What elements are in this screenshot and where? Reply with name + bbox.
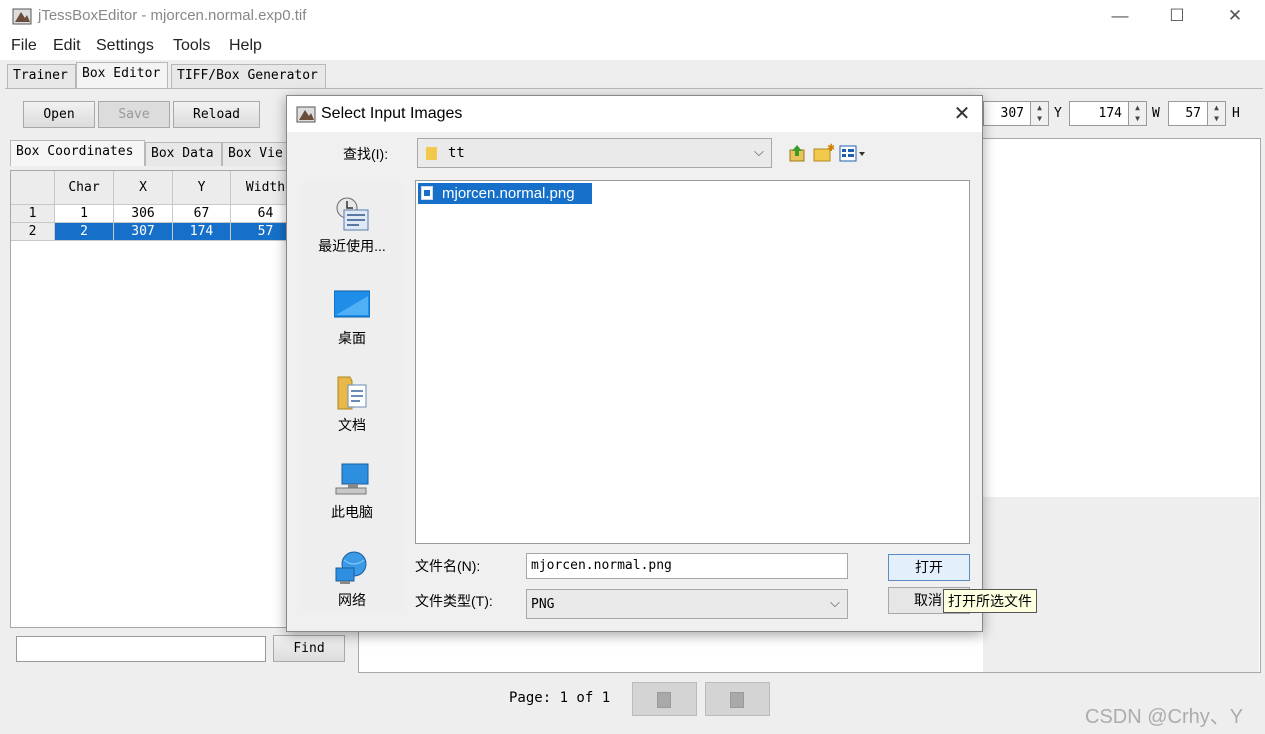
list-item[interactable]: mjorcen.normal.png xyxy=(418,183,592,204)
title-bar: jTessBoxEditor - mjorcen.normal.exp0.tif… xyxy=(0,0,1265,33)
file-name-label: mjorcen.normal.png xyxy=(442,185,575,202)
desktop-icon xyxy=(333,288,371,324)
look-in-value: tt xyxy=(448,145,465,161)
y-spinner[interactable]: 174 ▲ ▼ xyxy=(1069,101,1147,126)
tab-box-view[interactable]: Box Vie xyxy=(222,142,288,166)
row-header-corner xyxy=(11,171,55,205)
next-page-button[interactable] xyxy=(705,682,770,716)
computer-icon xyxy=(334,462,370,498)
find-button[interactable]: Find xyxy=(273,635,345,662)
prev-page-button[interactable] xyxy=(632,682,697,716)
window-title: jTessBoxEditor - mjorcen.normal.exp0.tif xyxy=(38,7,307,24)
look-in-combo[interactable]: tt ⌵ xyxy=(417,138,772,168)
open-button-tooltip: 打开所选文件 xyxy=(943,589,1037,613)
place-network-label: 网络 xyxy=(338,592,366,608)
chevron-down-icon: ⌵ xyxy=(830,595,840,610)
y-label: Y xyxy=(1054,106,1062,121)
w-spinner-arrows[interactable]: ▲ ▼ xyxy=(1207,102,1225,125)
open-button[interactable]: Open xyxy=(23,101,95,128)
menu-bar: File Edit Settings Tools Help xyxy=(0,33,1265,60)
table-row-number[interactable]: 1 xyxy=(11,205,55,223)
h-label: H xyxy=(1232,106,1240,121)
menu-settings[interactable]: Settings xyxy=(96,37,154,55)
recent-icon xyxy=(334,196,370,232)
prev-page-icon xyxy=(657,692,671,708)
dialog-app-icon xyxy=(296,104,316,124)
documents-icon xyxy=(334,375,370,411)
tab-tiff-box-generator[interactable]: TIFF/Box Generator xyxy=(171,64,326,88)
up-one-level-icon[interactable] xyxy=(787,143,807,163)
select-input-images-dialog: Select Input Images ✕ 查找(I): tt ⌵ ✱ 最近使用… xyxy=(286,95,983,632)
watermark: CSDN @Crhy、Y xyxy=(1085,706,1244,728)
menu-tools[interactable]: Tools xyxy=(173,37,210,55)
col-header-y[interactable]: Y xyxy=(173,171,231,205)
tab-box-data[interactable]: Box Data xyxy=(145,142,222,166)
tab-content-border xyxy=(5,88,1263,89)
maximize-button[interactable]: ☐ xyxy=(1160,2,1194,30)
filetype-label: 文件类型(T): xyxy=(415,593,493,609)
find-input[interactable] xyxy=(16,636,266,662)
place-this-pc-label: 此电脑 xyxy=(331,504,373,520)
x-value: 307 xyxy=(1000,106,1024,121)
tab-box-coordinates[interactable]: Box Coordinates xyxy=(10,140,145,166)
w-label: W xyxy=(1152,106,1160,121)
w-value: 57 xyxy=(1185,106,1201,121)
network-icon xyxy=(334,550,370,586)
places-bar: 最近使用... 桌面 文档 此电脑 网络 xyxy=(301,182,403,612)
menu-edit[interactable]: Edit xyxy=(53,37,81,55)
new-folder-icon[interactable]: ✱ xyxy=(812,143,835,163)
chevron-down-icon: ⌵ xyxy=(754,144,764,159)
place-recent-label: 最近使用... xyxy=(318,238,386,254)
table-cell-x[interactable]: 306 xyxy=(114,205,173,223)
folder-icon xyxy=(426,147,437,160)
dialog-title-bar: Select Input Images ✕ xyxy=(287,96,982,132)
y-spinner-arrows[interactable]: ▲ ▼ xyxy=(1128,102,1146,125)
filename-label: 文件名(N): xyxy=(415,558,481,574)
view-menu-icon[interactable] xyxy=(839,145,867,163)
table-cell-y[interactable]: 67 xyxy=(173,205,231,223)
filename-input[interactable]: mjorcen.normal.png xyxy=(526,553,848,579)
table-cell-char[interactable]: 2 xyxy=(55,223,114,241)
page-indicator: Page: 1 of 1 xyxy=(509,690,611,706)
look-in-label: 查找(I): xyxy=(343,146,389,162)
table-row-number[interactable]: 2 xyxy=(11,223,55,241)
x-spinner[interactable]: 307 ▲ ▼ xyxy=(983,101,1049,126)
dialog-title: Select Input Images xyxy=(321,105,463,122)
minimize-button[interactable]: — xyxy=(1103,2,1137,30)
x-spinner-arrows[interactable]: ▲ ▼ xyxy=(1030,102,1048,125)
dialog-close-button[interactable]: ✕ xyxy=(947,101,977,127)
tab-box-editor[interactable]: Box Editor xyxy=(76,62,168,88)
file-list[interactable]: mjorcen.normal.png xyxy=(415,180,970,544)
place-documents-label: 文档 xyxy=(338,417,366,433)
app-icon xyxy=(12,6,32,26)
menu-help[interactable]: Help xyxy=(229,37,262,55)
image-file-icon xyxy=(421,186,433,200)
save-button[interactable]: Save xyxy=(98,101,170,128)
menu-file[interactable]: File xyxy=(11,37,37,55)
svg-text:✱: ✱ xyxy=(827,143,834,154)
y-value: 174 xyxy=(1098,106,1122,121)
filetype-combo[interactable]: PNG ⌵ xyxy=(526,589,848,619)
col-header-x[interactable]: X xyxy=(114,171,173,205)
filetype-value: PNG xyxy=(531,597,555,612)
w-spinner[interactable]: 57 ▲ ▼ xyxy=(1168,101,1226,126)
image-panel-lower xyxy=(983,497,1259,672)
open-file-button[interactable]: 打开 xyxy=(888,554,970,581)
table-cell-y[interactable]: 174 xyxy=(173,223,231,241)
col-header-char[interactable]: Char xyxy=(55,171,114,205)
table-cell-char[interactable]: 1 xyxy=(55,205,114,223)
place-desktop-label: 桌面 xyxy=(338,330,366,346)
reload-button[interactable]: Reload xyxy=(173,101,260,128)
box-coordinates-table: Char X Y Width 1 1 306 67 64 2 2 307 174… xyxy=(10,170,300,628)
close-window-button[interactable]: ✕ xyxy=(1218,2,1252,30)
next-page-icon xyxy=(730,692,744,708)
table-cell-x[interactable]: 307 xyxy=(114,223,173,241)
tab-trainer[interactable]: Trainer xyxy=(7,64,76,88)
